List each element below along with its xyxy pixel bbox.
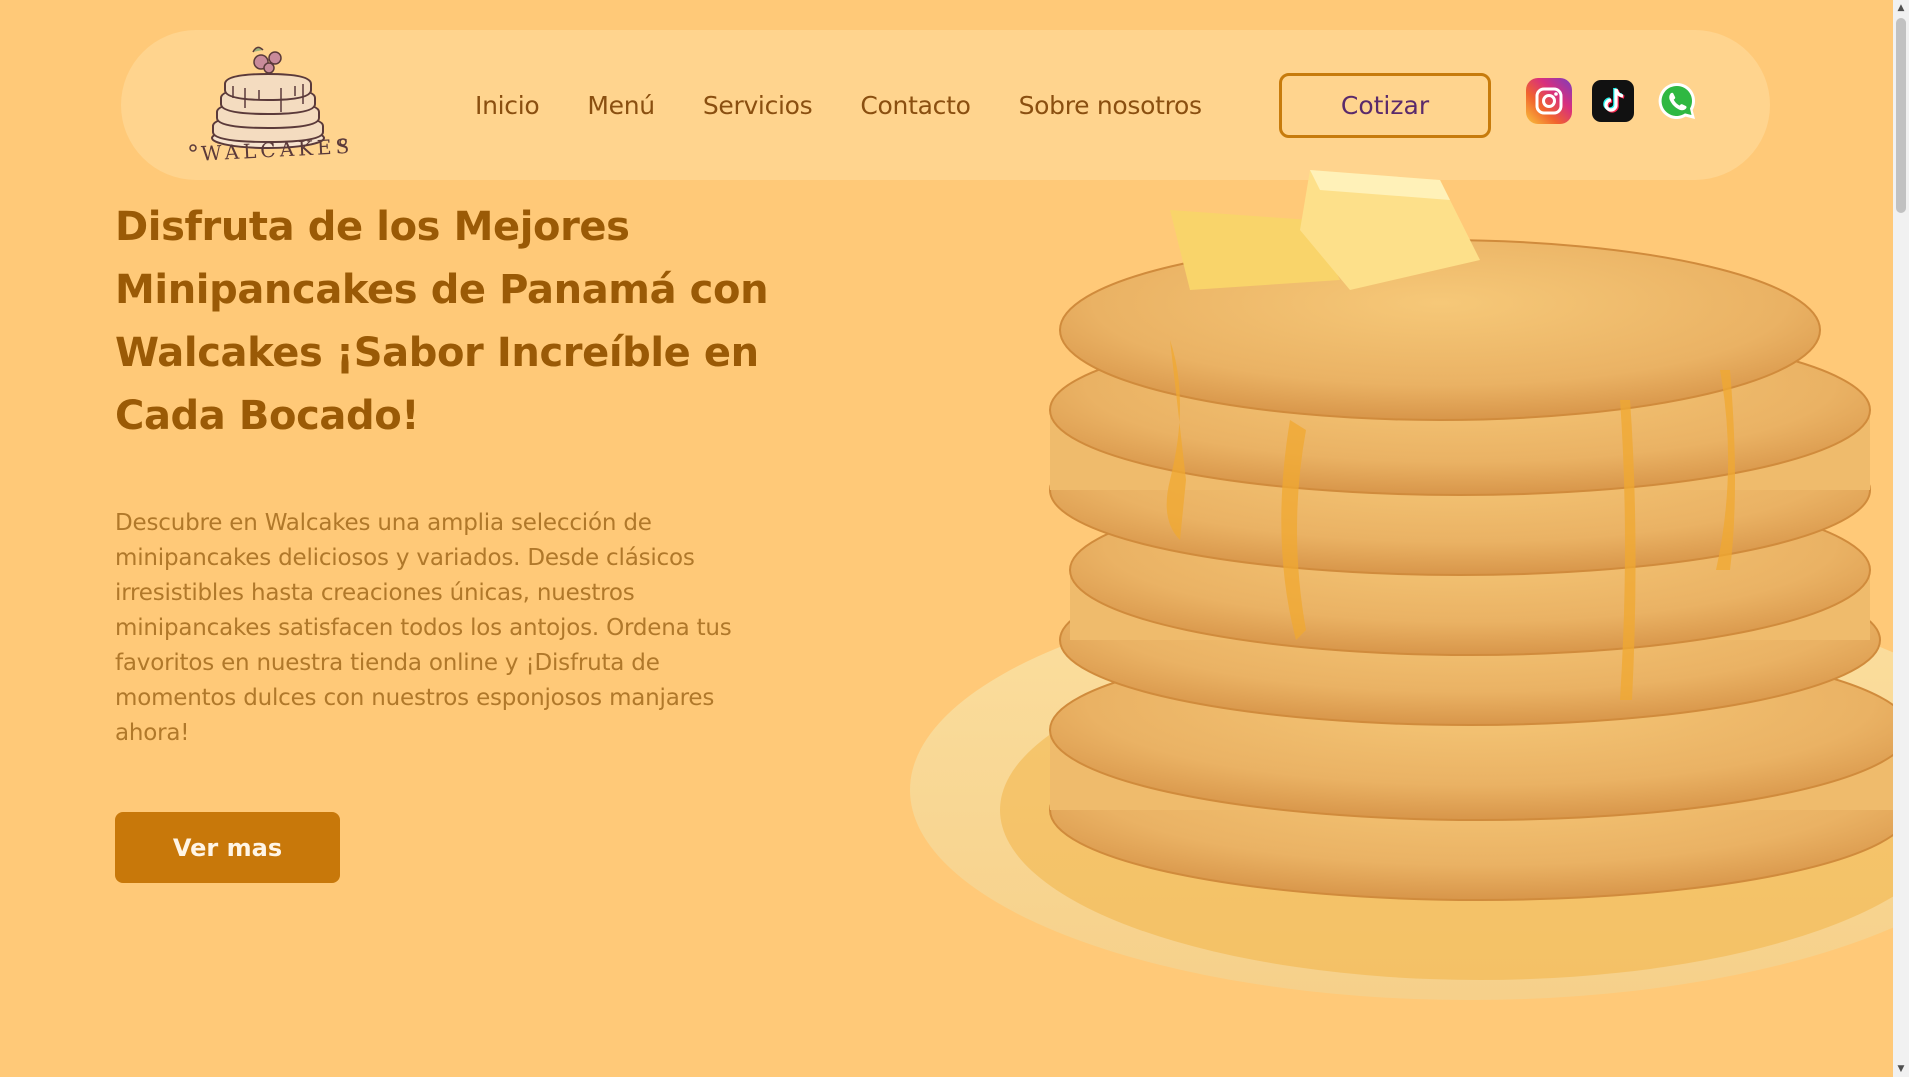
cotizar-button[interactable]: Cotizar (1279, 73, 1491, 138)
ver-mas-button[interactable]: Ver mas (115, 812, 340, 883)
page: WALCAKES Inicio Menú Servicios Contacto … (0, 0, 1893, 1077)
nav-menu[interactable]: Menú (587, 91, 655, 120)
hero-description: Descubre en Walcakes una amplia selecció… (115, 510, 732, 746)
main-nav: Inicio Menú Servicios Contacto Sobre nos… (475, 30, 1202, 180)
pancake-stack-image (840, 170, 1893, 1040)
walcakes-logo[interactable]: WALCAKES (183, 38, 354, 168)
scroll-down-arrow-icon[interactable]: ▼ (1893, 1061, 1909, 1077)
instagram-icon[interactable] (1526, 78, 1572, 124)
nav-sobre-nosotros[interactable]: Sobre nosotros (1019, 91, 1203, 120)
scrollbar-thumb[interactable] (1896, 18, 1906, 213)
tiktok-icon[interactable] (1592, 80, 1634, 122)
vertical-scrollbar[interactable]: ▲ ▼ (1893, 0, 1909, 1077)
nav-contacto[interactable]: Contacto (860, 91, 970, 120)
nav-inicio[interactable]: Inicio (475, 91, 540, 120)
site-header: WALCAKES Inicio Menú Servicios Contacto … (121, 30, 1770, 180)
scroll-up-arrow-icon[interactable]: ▲ (1893, 0, 1909, 16)
whatsapp-icon[interactable] (1654, 78, 1700, 124)
nav-servicios[interactable]: Servicios (703, 91, 813, 120)
hero-title: Disfruta de los Mejores Minipancakes de … (115, 204, 769, 439)
